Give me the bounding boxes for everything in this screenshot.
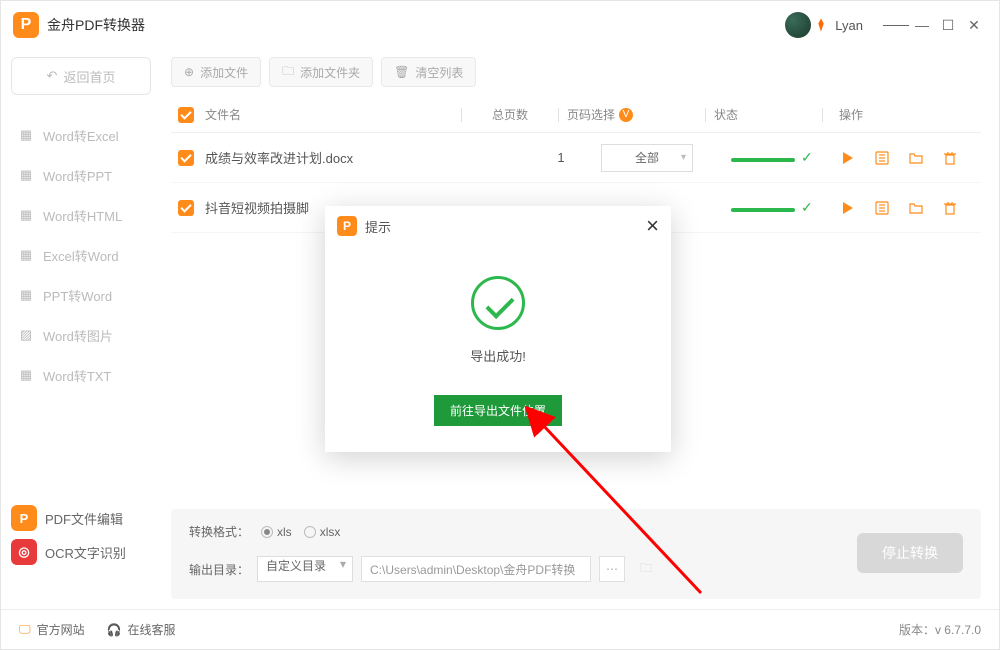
format-xlsx-radio[interactable]: xlsx <box>304 525 341 539</box>
headset-icon: 🎧 <box>107 623 122 637</box>
doc-icon: ▦ <box>17 126 35 144</box>
success-check-icon: ✓ <box>801 149 813 165</box>
success-check-icon: ✓ <box>801 199 813 215</box>
col-status: 状态 <box>714 106 814 123</box>
success-check-icon <box>471 276 525 330</box>
output-label: 输出目录： <box>189 561 249 578</box>
official-site-link[interactable]: 🖵官方网站 <box>19 621 85 638</box>
format-label: 转换格式： <box>189 523 249 540</box>
maximize-button[interactable]: ☐ <box>935 12 961 38</box>
app-logo: P <box>13 12 39 38</box>
nav-word-to-excel[interactable]: ▦Word转Excel <box>11 115 151 155</box>
conversion-settings-panel: 转换格式： xls xlsx 输出目录： 自定义目录 C:\Users\admi… <box>171 509 981 599</box>
output-path-field[interactable]: C:\Users\admin\Desktop\金舟PDF转换 <box>361 556 591 582</box>
nav-word-to-txt[interactable]: ▦Word转TXT <box>11 355 151 395</box>
back-label: 返回首页 <box>63 67 115 86</box>
progress-bar <box>731 208 795 212</box>
nav-word-to-image[interactable]: ▨Word转图片 <box>11 315 151 355</box>
ocr-icon: ◎ <box>11 539 37 565</box>
sidebar-ocr[interactable]: ◎ OCR文字识别 <box>11 535 151 569</box>
image-icon: ▨ <box>17 326 35 344</box>
nav-word-to-ppt[interactable]: ▦Word转PPT <box>11 155 151 195</box>
add-file-button[interactable]: ⊕添加文件 <box>171 57 261 87</box>
detail-icon[interactable] <box>873 199 891 217</box>
col-pages: 总页数 <box>470 106 550 123</box>
back-home-button[interactable]: ↶ 返回首页 <box>11 57 151 95</box>
detail-icon[interactable] <box>873 149 891 167</box>
dialog-title: 提示 <box>365 217 391 236</box>
row-checkbox[interactable] <box>178 150 194 166</box>
file-name: 成绩与效率改进计划.docx <box>201 148 521 167</box>
vip-badge-icon: V <box>619 108 633 122</box>
format-xls-radio[interactable]: xls <box>261 525 292 539</box>
user-avatar[interactable] <box>785 12 811 38</box>
file-pages: 1 <box>521 150 601 165</box>
add-folder-button[interactable]: 🗀添加文件夹 <box>269 57 373 87</box>
clear-list-button[interactable]: 🗑清空列表 <box>381 57 476 87</box>
goto-export-folder-button[interactable]: 前往导出文件位置 <box>434 395 562 426</box>
app-title: 金舟PDF转换器 <box>47 15 145 35</box>
export-success-dialog: P 提示 × 导出成功! 前往导出文件位置 <box>325 206 671 452</box>
username[interactable]: Lyan <box>835 18 863 33</box>
minimize-button[interactable]: — <box>909 12 935 38</box>
support-link[interactable]: 🎧在线客服 <box>107 621 176 638</box>
progress-bar <box>731 158 795 162</box>
vip-icon <box>813 17 829 33</box>
doc-icon: ▦ <box>17 206 35 224</box>
col-ops: 操作 <box>831 106 981 123</box>
sidebar-pdf-edit[interactable]: P PDF文件编辑 <box>11 501 151 535</box>
doc-icon: ▦ <box>17 246 35 264</box>
open-folder-button[interactable]: 🗀 <box>633 556 659 582</box>
doc-icon: ▦ <box>17 366 35 384</box>
browse-button[interactable]: ⋯ <box>599 556 625 582</box>
delete-icon[interactable] <box>941 199 959 217</box>
folder-open-icon[interactable] <box>907 199 925 217</box>
table-header: 文件名 总页数 页码选择 V 状态 操作 <box>171 97 981 133</box>
doc-icon: ▦ <box>17 166 35 184</box>
play-icon[interactable] <box>839 149 857 167</box>
dialog-close-button[interactable]: × <box>646 215 659 237</box>
nav-word-to-html[interactable]: ▦Word转HTML <box>11 195 151 235</box>
nav-excel-to-word[interactable]: ▦Excel转Word <box>11 235 151 275</box>
folder-open-icon[interactable] <box>907 149 925 167</box>
nav-ppt-to-word[interactable]: ▦PPT转Word <box>11 275 151 315</box>
play-icon[interactable] <box>839 199 857 217</box>
back-icon: ↶ <box>47 68 58 84</box>
row-checkbox[interactable] <box>178 200 194 216</box>
menu-button[interactable] <box>883 12 909 38</box>
plus-icon: ⊕ <box>184 65 194 79</box>
select-all-checkbox[interactable] <box>178 107 194 123</box>
version-label: 版本：v 6.7.7.0 <box>899 621 981 638</box>
dialog-logo: P <box>337 216 357 236</box>
output-mode-select[interactable]: 自定义目录 <box>257 556 353 582</box>
pdf-edit-icon: P <box>11 505 37 531</box>
folder-icon: 🗀 <box>282 62 294 83</box>
table-row: 成绩与效率改进计划.docx 1 全部 ✓ <box>171 133 981 183</box>
col-filename: 文件名 <box>201 106 453 123</box>
page-range-select[interactable]: 全部 <box>601 144 693 172</box>
monitor-icon: 🖵 <box>19 622 31 637</box>
close-button[interactable]: ✕ <box>961 12 987 38</box>
trash-icon: 🗑 <box>394 65 409 79</box>
doc-icon: ▦ <box>17 286 35 304</box>
col-page-select: 页码选择 <box>567 106 615 123</box>
stop-convert-button[interactable]: 停止转换 <box>857 533 963 573</box>
success-message: 导出成功! <box>325 346 671 365</box>
delete-icon[interactable] <box>941 149 959 167</box>
